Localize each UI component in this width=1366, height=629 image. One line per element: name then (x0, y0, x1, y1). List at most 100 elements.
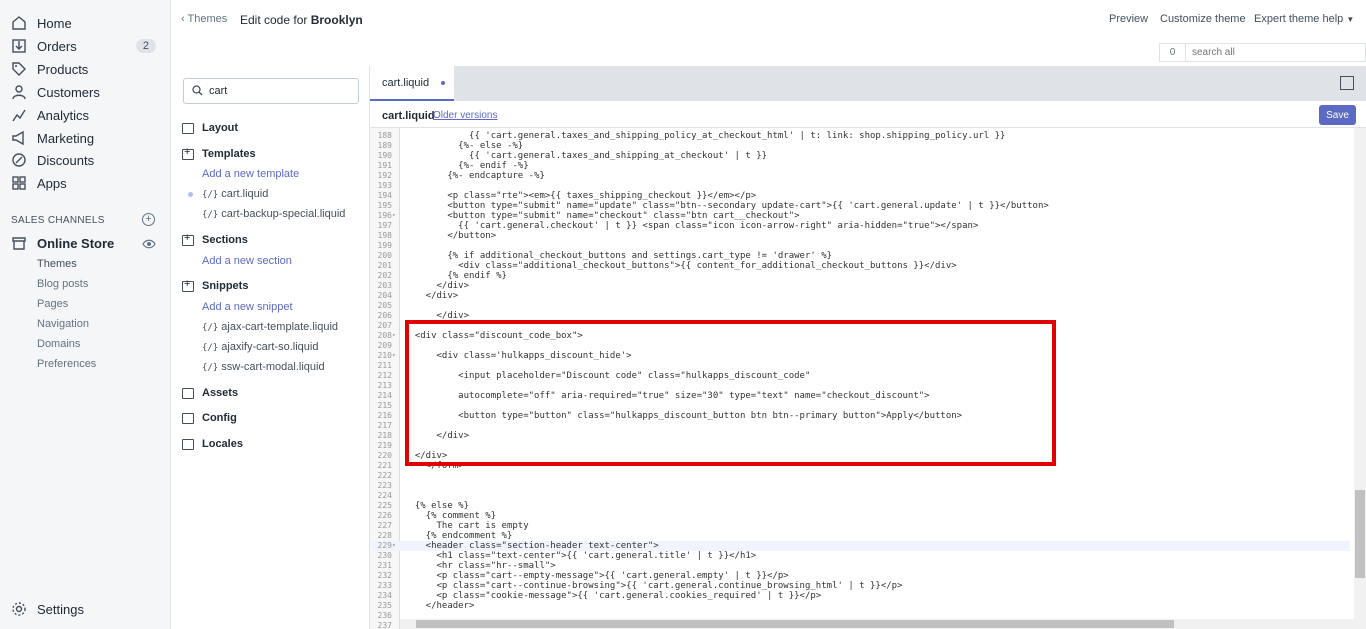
line-number: 231 (377, 561, 392, 570)
folder-label: Layout (202, 122, 239, 134)
nav-sub-themes[interactable]: Themes (37, 258, 77, 270)
code-text: </div> (404, 281, 470, 291)
nav-sub-blog-posts[interactable]: Blog posts (37, 278, 88, 290)
save-button[interactable]: Save (1319, 105, 1356, 125)
nav-item-discounts[interactable]: Discounts (10, 150, 160, 170)
code-line: 221 </form> (370, 461, 1350, 471)
code-text: {{ 'cart.general.taxes_and_shipping_poli… (404, 131, 1006, 141)
file-ssw-cart-modal[interactable]: {/} ssw-cart-modal.liquid (202, 361, 325, 373)
expert-help-link[interactable]: Expert theme help ▼ (1254, 13, 1354, 25)
fold-arrow-icon[interactable]: ▾ (392, 541, 396, 551)
add-channel-icon[interactable]: + (142, 213, 155, 226)
code-line: 235 </header> (370, 601, 1350, 611)
fold-arrow-icon[interactable]: ▾ (392, 351, 396, 361)
line-number: 191 (377, 161, 392, 170)
line-number: 226 (377, 511, 392, 520)
file-search-input[interactable] (209, 85, 349, 97)
line-number: 221 (377, 461, 392, 470)
nav-label: Discounts (37, 152, 95, 168)
search-result-count: 0 (1160, 44, 1186, 61)
code-text: autocomplete="off" aria-required="true" … (404, 391, 930, 401)
nav-item-products[interactable]: Products (10, 59, 160, 79)
nav-item-settings[interactable]: Settings (10, 599, 160, 619)
add-template-link[interactable]: Add a new template (202, 168, 299, 180)
line-number: 222 (377, 471, 392, 480)
theme-name: Brooklyn (310, 13, 363, 27)
file-ajax-cart-template[interactable]: {/} ajax-cart-template.liquid (202, 321, 338, 333)
code-text: <div class="additional_checkout_buttons"… (404, 261, 957, 271)
code-text: {% endif %} (404, 271, 507, 281)
top-bar: ‹ Themes Edit code for Brooklyn Preview … (171, 0, 1366, 66)
code-editor[interactable]: 188 {{ 'cart.general.taxes_and_shipping_… (370, 128, 1366, 629)
nav-sub-domains[interactable]: Domains (37, 338, 80, 350)
folder-layout[interactable]: Layout (182, 122, 238, 134)
folder-assets[interactable]: Assets (182, 387, 238, 399)
expert-help-label: Expert theme help (1254, 13, 1344, 25)
scroll-thumb[interactable] (416, 620, 1174, 628)
add-section-link[interactable]: Add a new section (202, 255, 292, 267)
code-text: <button type="submit" name="update" clas… (404, 201, 1049, 211)
liquid-file-icon: {/} (202, 210, 219, 220)
admin-sidebar: Home Orders 2 Products Customers Analyti… (0, 0, 171, 629)
nav-item-home[interactable]: Home (10, 13, 160, 33)
nav-sub-preferences[interactable]: Preferences (37, 358, 96, 370)
file-label: cart.liquid (221, 188, 269, 200)
nav-item-orders[interactable]: Orders 2 (10, 36, 160, 56)
expand-icon[interactable] (1340, 76, 1354, 90)
folder-locales[interactable]: Locales (182, 438, 243, 450)
nav-sub-pages[interactable]: Pages (37, 298, 68, 310)
code-text: <button type="submit" name="checkout" cl… (404, 211, 800, 221)
folder-templates[interactable]: Templates (182, 146, 256, 160)
line-number: 229 (377, 541, 392, 550)
nav-label: Customers (37, 84, 100, 100)
file-cart-backup[interactable]: {/} cart-backup-special.liquid (202, 208, 345, 220)
folder-label: Locales (202, 438, 243, 450)
line-number: 201 (377, 261, 392, 270)
title-prefix: Edit code for (240, 13, 308, 27)
code-line: 215 (370, 401, 1350, 411)
search-all-input[interactable] (1186, 44, 1365, 61)
back-to-themes-link[interactable]: ‹ Themes (181, 13, 227, 25)
add-snippet-link[interactable]: Add a new snippet (202, 301, 293, 313)
code-text: </div> (404, 291, 459, 301)
code-text: {% if additional_checkout_buttons and se… (404, 251, 833, 261)
home-icon (10, 14, 28, 32)
older-versions-link[interactable]: Older versions (433, 110, 497, 121)
vertical-scrollbar[interactable] (1354, 128, 1366, 629)
folder-config[interactable]: Config (182, 412, 237, 424)
nav-item-marketing[interactable]: Marketing (10, 128, 160, 148)
fold-arrow-icon[interactable]: ▾ (392, 331, 396, 341)
view-store-eye-icon[interactable] (142, 237, 156, 252)
file-cart-liquid[interactable]: {/} cart.liquid (202, 188, 268, 200)
folder-open-icon (182, 278, 194, 292)
code-text: <div class="discount_code_box"> (404, 331, 583, 341)
customize-theme-link[interactable]: Customize theme (1160, 13, 1246, 25)
search-icon (192, 84, 203, 99)
tab-cart-liquid[interactable]: cart.liquid (370, 66, 454, 101)
nav-item-analytics[interactable]: Analytics (10, 105, 160, 125)
nav-item-customers[interactable]: Customers (10, 82, 160, 102)
file-ajaxify-cart-so[interactable]: {/} ajaxify-cart-so.liquid (202, 341, 318, 353)
tag-icon (10, 60, 28, 78)
fold-arrow-icon[interactable]: ▾ (392, 211, 396, 221)
nav-item-apps[interactable]: Apps (10, 173, 160, 193)
nav-label: Marketing (37, 130, 95, 146)
code-line: 208 ▾ <div class="discount_code_box"> (370, 331, 1350, 341)
folder-sections[interactable]: Sections (182, 232, 248, 246)
code-line: 225 {% else %} (370, 501, 1350, 511)
line-number: 189 (377, 141, 392, 150)
horizontal-scrollbar[interactable] (400, 619, 1354, 629)
file-search-box (183, 78, 359, 104)
folder-icon (182, 438, 194, 450)
code-line: 230 <h1 class="text-center">{{ 'cart.gen… (370, 551, 1350, 561)
scroll-thumb[interactable] (1355, 490, 1365, 578)
liquid-file-icon: {/} (202, 343, 219, 353)
preview-link[interactable]: Preview (1109, 13, 1148, 25)
code-line: 209 (370, 341, 1350, 351)
nav-sub-navigation[interactable]: Navigation (37, 318, 89, 330)
code-line: 232 <p class="cart--empty-message">{{ 'c… (370, 571, 1350, 581)
folder-snippets[interactable]: Snippets (182, 278, 248, 292)
nav-item-online-store[interactable]: Online Store (10, 233, 160, 253)
code-text: </header> (404, 601, 475, 611)
code-line: 206 </div> (370, 311, 1350, 321)
